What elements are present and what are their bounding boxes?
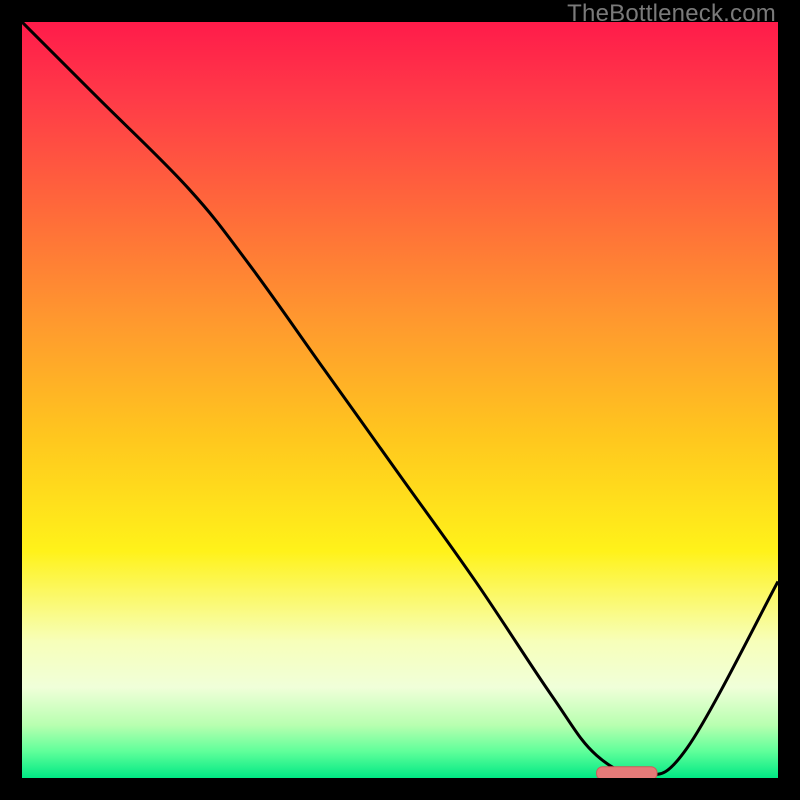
chart-frame [22, 22, 778, 778]
optimal-range-marker [597, 767, 657, 778]
watermark-text: TheBottleneck.com [567, 0, 776, 28]
plot-area [22, 22, 778, 778]
bottleneck-curve [22, 22, 778, 774]
